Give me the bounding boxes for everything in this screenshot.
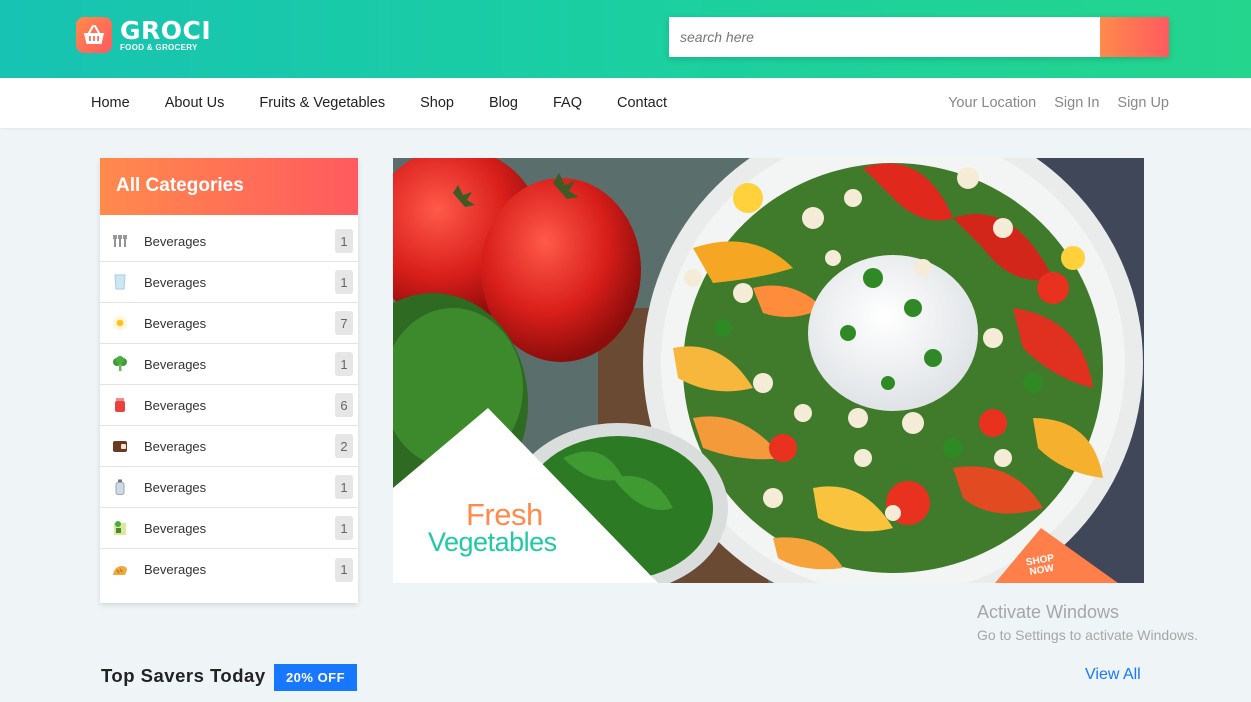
category-label: Beverages [144,562,207,577]
category-item[interactable]: Beverages 2 [100,426,358,467]
category-count: 1 [335,270,353,294]
category-label: Beverages [144,520,207,536]
search-input[interactable] [669,17,1100,57]
category-label: Beverages [144,356,207,372]
bottle-icon [111,478,129,496]
utensils-icon [111,232,129,250]
basket-icon [76,17,112,53]
category-count: 1 [335,516,353,540]
category-label: Beverages [144,233,207,249]
category-item[interactable]: Beverages 1 [100,549,358,590]
search-bar [669,17,1169,57]
brand-name: GROCI [120,16,212,45]
category-label: Beverages [144,315,207,331]
category-item[interactable]: Beverages 1 [100,221,358,262]
nav-home[interactable]: Home [91,95,130,111]
category-item[interactable]: Beverages 7 [100,303,358,344]
top-savers-title: Top Savers Today [101,665,266,686]
nav-about-us[interactable]: About Us [165,95,225,111]
category-item[interactable]: Beverages 1 [100,344,358,385]
view-all-link[interactable]: View All [1085,666,1141,684]
nav-contact[interactable]: Contact [617,95,667,111]
nav-faq[interactable]: FAQ [553,95,582,111]
categories-panel: All Categories Beverages 1 Beverages 1 B… [100,158,358,603]
grocery-bag-icon [111,519,129,537]
nav-blog[interactable]: Blog [489,95,518,111]
category-item[interactable]: Beverages 6 [100,385,358,426]
jam-jar-icon [111,396,129,414]
bread-icon [111,561,129,579]
sign-up-link[interactable]: Sign Up [1117,95,1169,111]
your-location-link[interactable]: Your Location [948,95,1036,111]
category-item[interactable]: Beverages 1 [100,508,358,549]
windows-activation-title: Activate Windows [977,602,1120,622]
category-label: Beverages [144,274,207,290]
category-count: 1 [335,352,353,376]
category-count: 2 [335,434,353,458]
main-nav: Home About Us Fruits & Vegetables Shop B… [0,78,1251,128]
search-button[interactable] [1100,17,1169,57]
discount-badge: 20% OFF [274,664,357,691]
category-label: Beverages [144,479,207,495]
categories-title: All Categories [100,158,358,215]
category-item[interactable]: Beverages 1 [100,262,358,303]
wallet-icon [111,437,129,455]
brand-logo[interactable]: GROCI FOOD & GROCERY [76,17,211,53]
nav-fruits-vegetables[interactable]: Fruits & Vegetables [259,95,385,111]
category-label: Beverages [144,438,207,454]
hero-title-vegetables: Vegetables [428,527,557,557]
category-label: Beverages [144,397,207,413]
sign-in-link[interactable]: Sign In [1054,95,1099,111]
nav-shop[interactable]: Shop [420,95,454,111]
category-count: 6 [335,393,353,417]
category-count: 1 [335,557,353,582]
brand-tagline: FOOD & GROCERY [120,43,198,52]
category-count: 7 [335,311,353,335]
category-count: 1 [335,229,353,253]
egg-icon [111,314,129,332]
broccoli-icon [111,355,129,373]
water-glass-icon [111,273,129,291]
category-count: 1 [335,475,353,499]
category-list: Beverages 1 Beverages 1 Beverages 7 Beve… [100,215,358,590]
category-item[interactable]: Beverages 1 [100,467,358,508]
top-header: GROCI FOOD & GROCERY [0,0,1251,78]
windows-activation-subtitle: Go to Settings to activate Windows. [977,627,1198,643]
